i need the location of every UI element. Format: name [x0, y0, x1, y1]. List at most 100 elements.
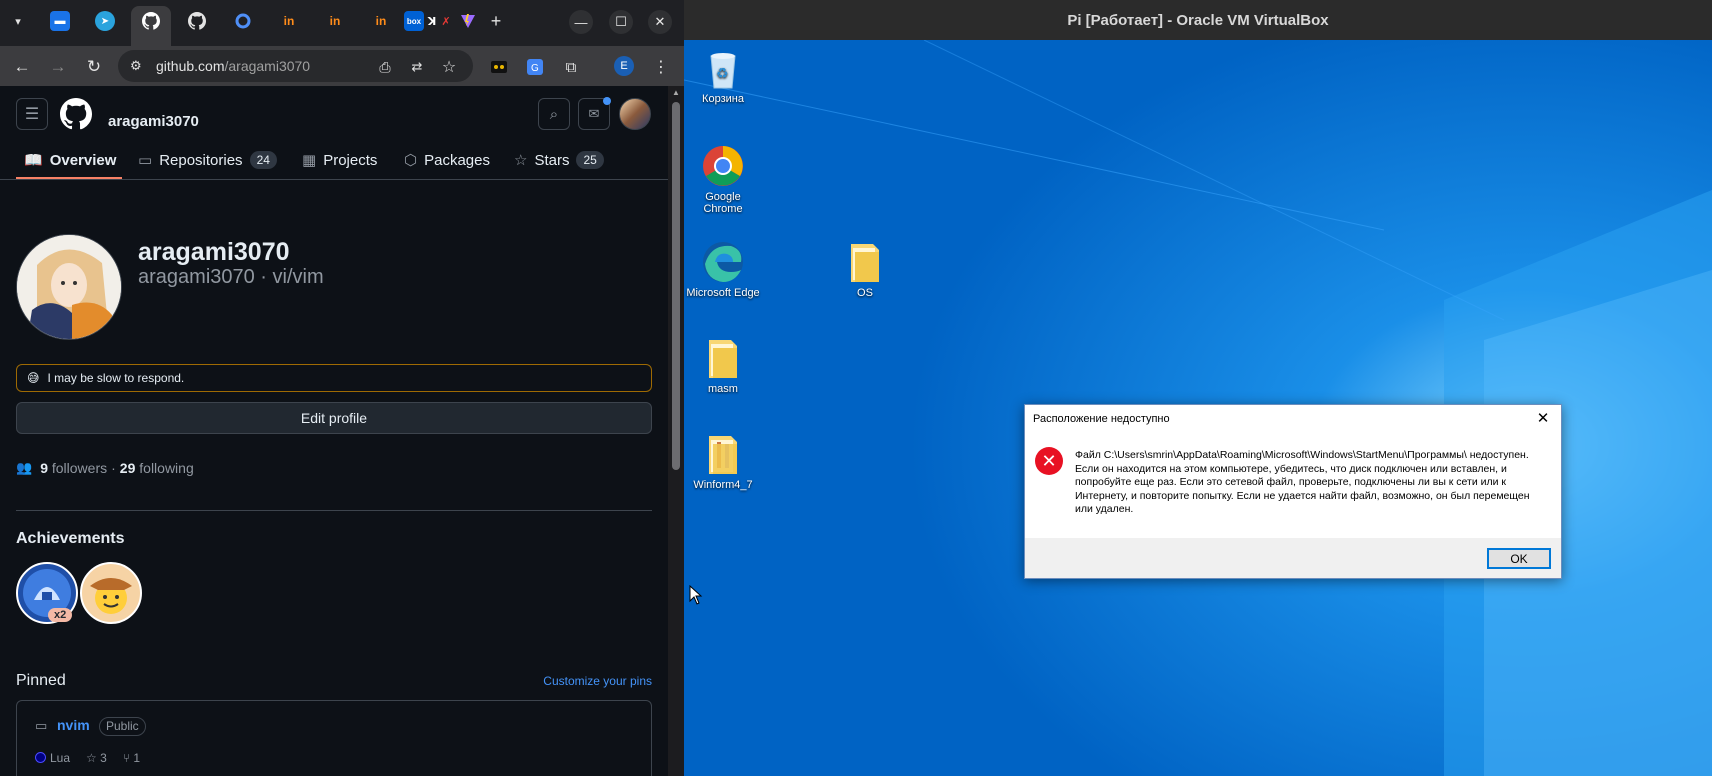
scroll-up-arrow-icon[interactable]: ▲: [672, 88, 680, 97]
close-button[interactable]: ✕: [648, 10, 672, 34]
stars-link[interactable]: ☆ 3: [86, 751, 107, 765]
tab-repositories[interactable]: ▭ Repositories 24: [138, 147, 277, 173]
ok-button[interactable]: OK: [1487, 548, 1551, 569]
following-label: following: [139, 460, 194, 476]
tab-packages[interactable]: ⬡ Packages: [404, 147, 490, 173]
edit-profile-button[interactable]: Edit profile: [16, 402, 652, 434]
url-path: /aragami3070: [224, 58, 311, 74]
install-app-icon[interactable]: ⎙: [374, 56, 396, 78]
people-icon: 👥: [16, 460, 33, 475]
windows-desktop: ♻ Корзина Google Chrome Microsoft Edge O…: [684, 40, 1712, 776]
hamburger-menu-button[interactable]: ☰: [16, 98, 48, 130]
browser-toolbar: ← → ↻ ⚙ github.com/aragami3070 ⎙ ⇄ ☆ G ⧉…: [0, 46, 684, 86]
reload-icon[interactable]: ↻: [83, 56, 105, 78]
folder-icon: [701, 432, 745, 476]
mouse-cursor-icon: [689, 585, 703, 605]
pinned-repo-card: ▭ nvim Public Lua ☆ 3 ⑂ 1: [16, 700, 652, 776]
minimize-button[interactable]: —: [569, 10, 593, 34]
followers-label: followers: [51, 460, 108, 476]
desktop-icon-recycle-bin[interactable]: ♻ Корзина: [686, 46, 760, 105]
chrome-icon: [701, 144, 745, 188]
site-info-icon[interactable]: ⚙: [130, 58, 146, 74]
folder-icon: [701, 336, 745, 380]
scrollbar-thumb[interactable]: [672, 102, 680, 470]
telegram-icon[interactable]: ➤: [95, 11, 115, 31]
repo-meta: Lua ☆ 3 ⑂ 1: [35, 751, 140, 765]
masm-folder-label: masm: [708, 383, 738, 395]
virtualbox-window: Pi [Работает] - Oracle VM VirtualBox ♻ К…: [684, 0, 1712, 776]
extension-cat-icon[interactable]: [488, 56, 510, 78]
folder-icon: [843, 240, 887, 284]
stars-value: 3: [100, 751, 107, 765]
achievement-multiplier: x2: [48, 608, 73, 622]
user-avatar[interactable]: [619, 98, 651, 130]
extensions-puzzle-icon[interactable]: ⧉: [560, 56, 582, 78]
profile-avatar[interactable]: E: [614, 56, 634, 76]
dialog-close-button[interactable]: ✕: [1535, 409, 1551, 427]
circle-icon[interactable]: [233, 11, 253, 31]
search-icon[interactable]: ⌕: [538, 98, 570, 130]
menu-kebab-icon[interactable]: ⋮: [650, 56, 672, 78]
book-icon: 📖: [24, 152, 43, 169]
tab-packages-label: Packages: [424, 151, 490, 169]
new-tab-button[interactable]: +: [486, 11, 506, 31]
status-text: I may be slow to respond.: [47, 371, 185, 385]
header-username[interactable]: aragami3070: [108, 113, 199, 130]
x-icon[interactable]: ✗: [436, 11, 456, 31]
stars-count: 25: [576, 151, 604, 169]
chat-icon[interactable]: ▬: [50, 11, 70, 31]
error-dialog: Расположение недоступно ✕ ✕ Файл C:\User…: [1024, 404, 1562, 579]
maximize-button[interactable]: ☐: [609, 10, 633, 34]
back-icon[interactable]: ←: [11, 56, 33, 78]
following-link[interactable]: 29 following: [120, 460, 194, 476]
desktop-icon-chrome[interactable]: Google Chrome: [686, 144, 760, 215]
achievement-cowboy-badge[interactable]: [80, 562, 142, 624]
profile-nav: 📖 Overview ▭ Repositories 24 ▦ Projects ⬡ Pac…: [0, 139, 668, 180]
user-status[interactable]: 😅 I may be slow to respond.: [16, 364, 652, 392]
url-host: github.com: [156, 58, 225, 74]
invision-icon[interactable]: in: [279, 11, 299, 31]
tab-strip: ▾ ▬ ➤ in in in box ꓘ ✗ + — ☐ ✕: [0, 0, 684, 46]
github-icon[interactable]: [187, 11, 207, 31]
package-icon: ⬡: [404, 152, 418, 169]
pinned-repo-name[interactable]: nvim: [57, 717, 90, 733]
edge-label: Microsoft Edge: [686, 287, 760, 299]
desktop-icon-masm[interactable]: masm: [686, 336, 760, 395]
url-text[interactable]: github.com/aragami3070: [156, 58, 310, 74]
pinned-title: Pinned: [16, 672, 66, 689]
svg-text:G: G: [531, 63, 539, 74]
desktop-icon-os[interactable]: OS: [828, 240, 902, 299]
forks-link[interactable]: ⑂ 1: [123, 751, 140, 765]
box-icon[interactable]: box: [404, 11, 424, 31]
invision-icon[interactable]: in: [325, 11, 345, 31]
translate-icon[interactable]: ⇄: [406, 56, 428, 78]
tab-stars[interactable]: ☆ Stars 25: [514, 147, 604, 173]
customize-pins-link[interactable]: Customize your pins: [543, 674, 652, 688]
github-logo-icon[interactable]: [60, 98, 93, 130]
tab-projects[interactable]: ▦ Projects: [302, 147, 377, 173]
tab-projects-label: Projects: [323, 151, 378, 169]
desktop-icon-winform[interactable]: Winform4_7: [686, 432, 760, 491]
tab-overview[interactable]: 📖 Overview: [24, 147, 116, 173]
tab-search-chevron-icon[interactable]: ▾: [8, 11, 28, 31]
visibility-badge: Public: [99, 717, 146, 736]
desktop-icon-edge[interactable]: Microsoft Edge: [686, 240, 760, 299]
page-scrollbar[interactable]: ▲: [668, 86, 684, 776]
achievements-title[interactable]: Achievements: [16, 530, 125, 548]
dialog-message: Файл C:\Users\smrin\AppData\Roaming\Micr…: [1075, 449, 1530, 515]
profile-avatar-large[interactable]: [16, 234, 122, 340]
tab-repositories-label: Repositories: [159, 151, 243, 169]
repo-icon: ▭: [138, 152, 153, 169]
notification-dot: [603, 97, 611, 105]
vite-icon[interactable]: [458, 11, 478, 31]
language-label: Lua: [50, 751, 71, 765]
bookmark-star-icon[interactable]: ☆: [438, 56, 460, 78]
forward-icon[interactable]: →: [47, 56, 69, 78]
language: Lua: [35, 751, 70, 765]
fork-icon: ⑂: [122, 751, 134, 765]
star-icon: ☆: [514, 152, 528, 169]
invision-icon[interactable]: in: [371, 11, 391, 31]
google-translate-icon[interactable]: G: [524, 56, 546, 78]
followers-link[interactable]: 9 followers: [40, 460, 107, 476]
github-icon[interactable]: [141, 11, 161, 31]
